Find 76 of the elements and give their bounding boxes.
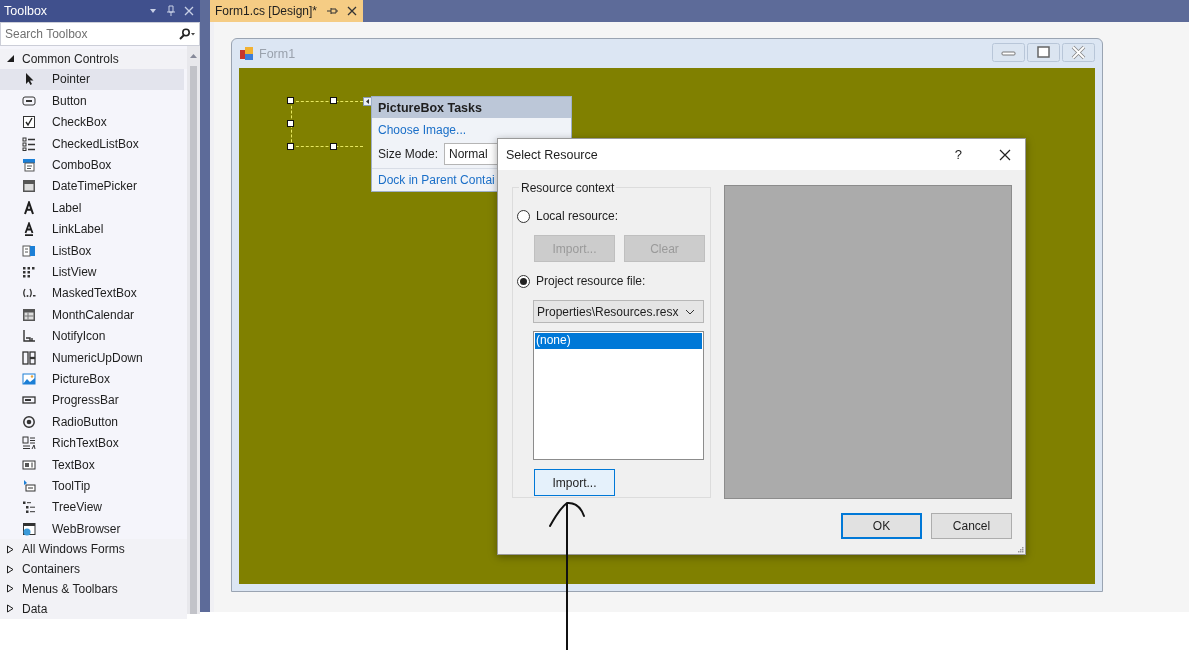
category-header[interactable]: All Windows Forms [0, 539, 187, 560]
toolbox-item[interactable]: NumericUpDown [0, 346, 184, 369]
toolbox-item[interactable]: RadioButton [0, 411, 184, 433]
panel-title: Toolbox [4, 4, 48, 18]
category-header[interactable]: Containers [0, 559, 187, 579]
toolbox-item[interactable]: Label [0, 197, 184, 219]
toolbox-item[interactable]: Pointer [0, 68, 184, 91]
list-item[interactable]: (none) [535, 333, 702, 349]
toolbox-item[interactable]: ListBox [0, 239, 184, 262]
toolbox-item[interactable]: MonthCalendar [0, 304, 184, 326]
toolbox-item[interactable]: CheckBox [0, 111, 184, 133]
link-label-icon [22, 222, 36, 237]
close-icon[interactable] [347, 6, 358, 16]
panel-header: PictureBox Tasks [372, 97, 571, 118]
toolbox-item[interactable]: TreeView [0, 496, 184, 518]
field-label: Size Mode: [378, 147, 439, 161]
toolbox-item[interactable]: LinkLabel [0, 218, 184, 240]
toolbox-item[interactable]: NotifyIcon [0, 325, 184, 347]
dialog-button[interactable]: Cancel [931, 513, 1012, 539]
radio-label[interactable]: Project resource file: [536, 274, 646, 288]
spinner-icon [22, 350, 36, 365]
maximize-button[interactable] [1027, 43, 1060, 62]
form-icon [239, 45, 255, 62]
browser-window-icon [22, 521, 36, 536]
image-icon [22, 371, 36, 386]
import-button[interactable]: Import... [534, 469, 615, 496]
checklist-icon [22, 136, 36, 151]
button-icon [22, 93, 36, 108]
search-input[interactable]: Search Toolbox [5, 24, 177, 44]
picturebox-selection[interactable] [287, 97, 363, 151]
close-icon[interactable] [999, 148, 1011, 161]
toolbox-item[interactable]: ToolTip [0, 475, 184, 497]
toolbox-item[interactable]: DateTimePicker [0, 175, 184, 198]
checkbox-icon [22, 115, 36, 130]
category-header[interactable]: Data [0, 598, 187, 619]
group-title: Resource context [519, 181, 617, 195]
radio-button[interactable] [517, 209, 530, 223]
textbox-icon [22, 457, 36, 472]
rich-text-icon [22, 436, 36, 451]
category-header[interactable]: Common Controls [0, 49, 187, 69]
category-header[interactable]: Menus & Toolbars [0, 579, 187, 599]
chevron-icon [685, 308, 695, 315]
radio-button-icon [22, 414, 36, 429]
tooltip-icon [22, 478, 36, 493]
combobox-icon [22, 158, 36, 173]
listbox-icon [22, 243, 36, 258]
help-button[interactable]: ? [954, 147, 962, 162]
document-tab[interactable]: Form1.cs [Design]* [210, 0, 364, 22]
dot-grid-icon [22, 265, 36, 279]
calendar-icon [22, 307, 36, 322]
choose-image-link[interactable]: Choose Image... [372, 123, 571, 137]
radio-label[interactable]: Local resource: [536, 209, 619, 223]
tree-icon [22, 500, 36, 515]
toolbox-item[interactable]: RichTextBox [0, 432, 184, 454]
resource-file-dropdown[interactable]: Properties\Resources.resx [533, 300, 704, 323]
toolbox-item[interactable]: PictureBox [0, 368, 184, 390]
dialog-button[interactable]: OK [841, 513, 922, 539]
toolbox-item[interactable]: ProgressBar [0, 389, 184, 412]
pin-icon[interactable] [326, 6, 339, 16]
toolbox-item[interactable]: WebBrowser [0, 518, 184, 540]
toolbox-item[interactable]: ListView [0, 261, 184, 283]
search-icon[interactable] [177, 28, 195, 40]
toolbox-item[interactable]: Button [0, 90, 184, 112]
toolbox-item[interactable]: ComboBox [0, 154, 184, 176]
toolbox-item[interactable]: TextBox [0, 453, 184, 476]
label-icon [22, 200, 36, 215]
radio-button[interactable] [517, 274, 530, 288]
calendar-icon [22, 179, 36, 194]
toolbox-item[interactable]: CheckedListBox [0, 132, 184, 155]
toolbox-item[interactable]: MaskedTextBox [0, 282, 184, 305]
search-field[interactable]: Search Toolbox [0, 22, 200, 46]
scrollbar[interactable] [187, 46, 200, 614]
tray-icon [22, 329, 36, 344]
resource-list[interactable]: (none) [533, 331, 704, 460]
close-button[interactable] [1062, 43, 1095, 62]
window-title: Form1 [259, 46, 297, 61]
